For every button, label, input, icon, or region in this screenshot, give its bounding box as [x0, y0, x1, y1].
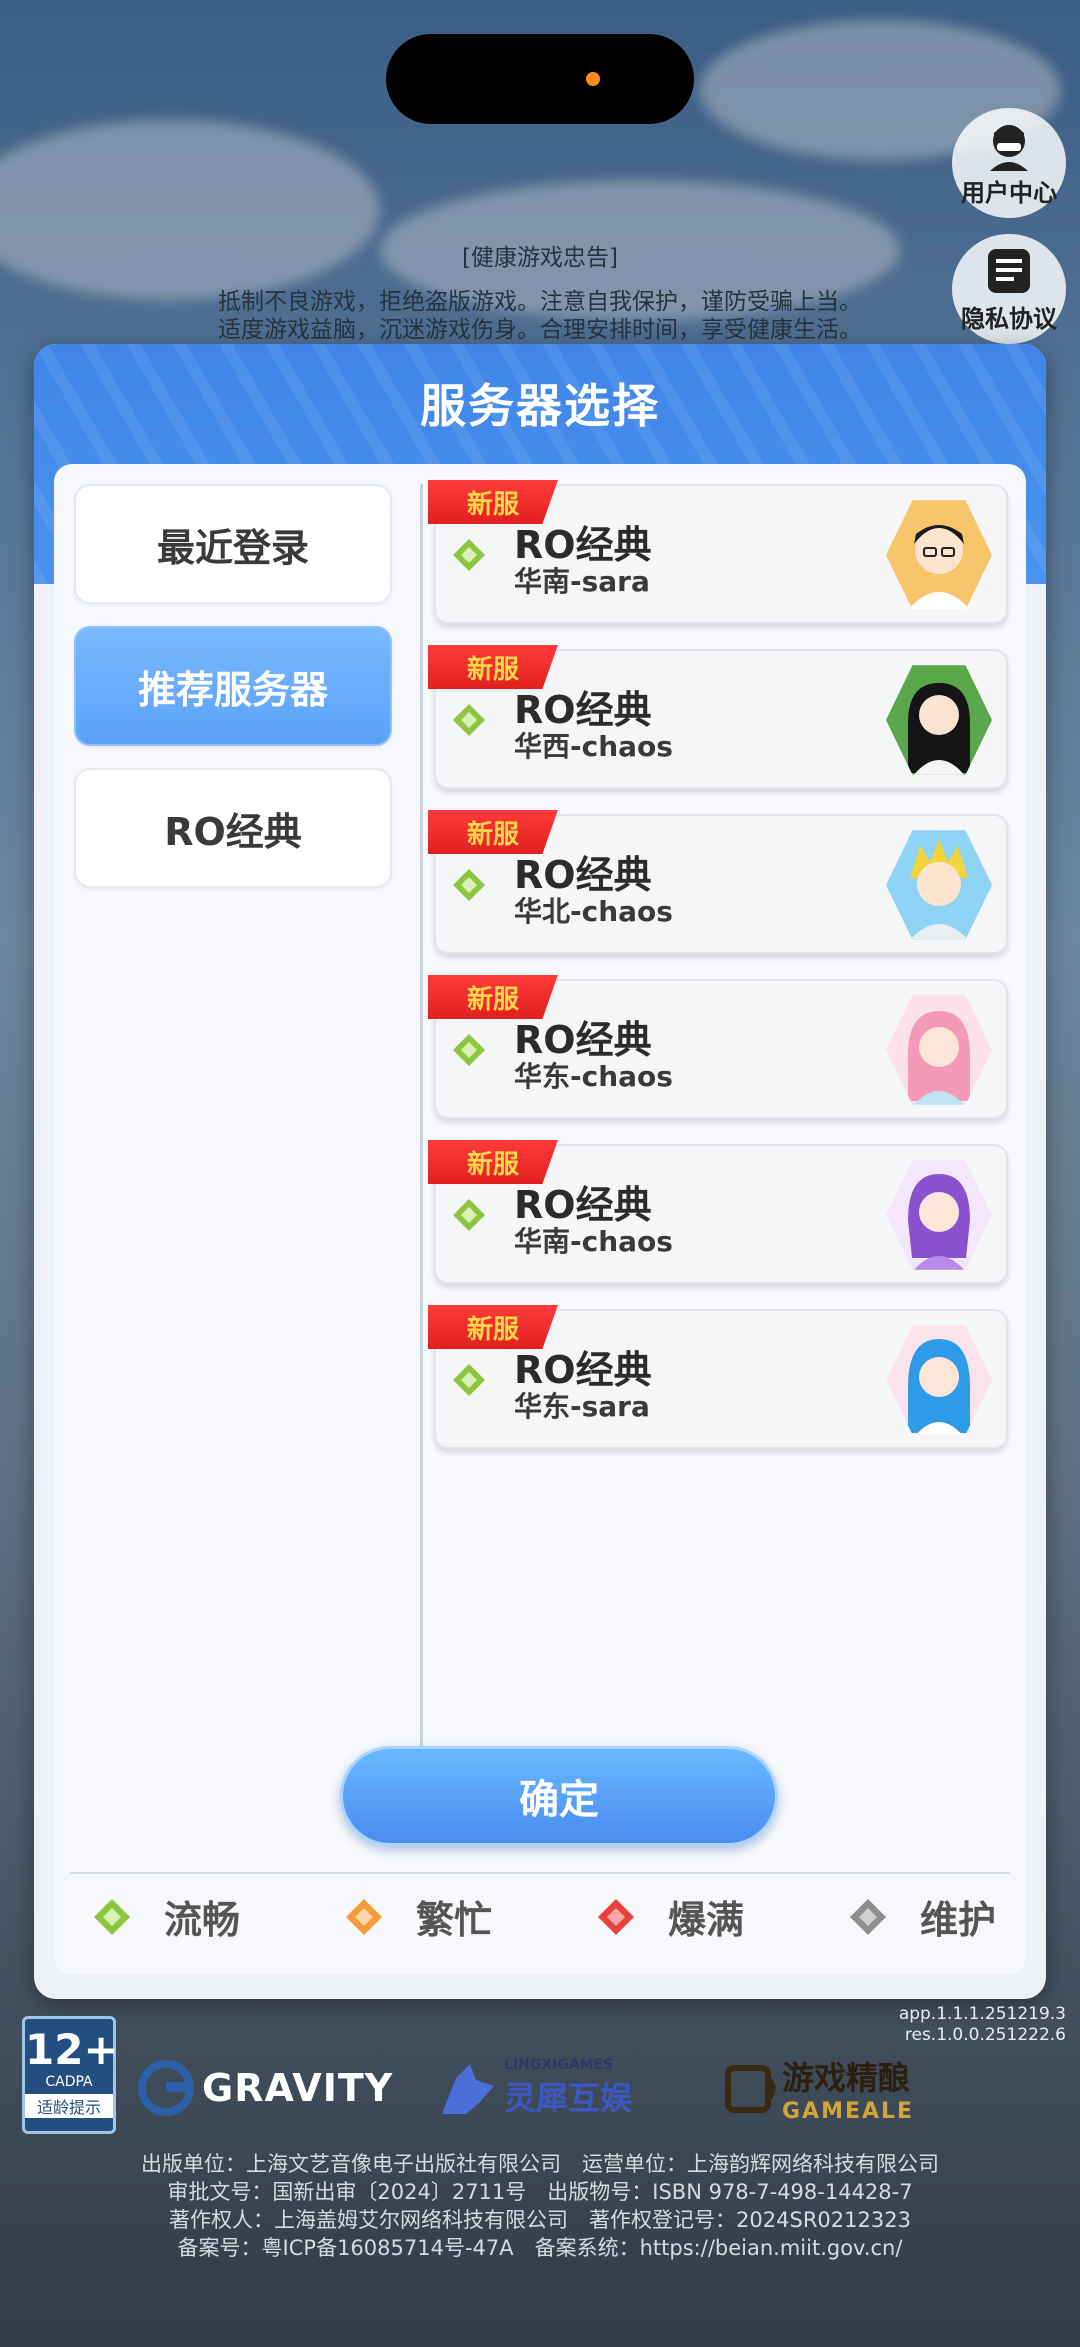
status-diamond-icon — [453, 869, 485, 901]
server-list: 新服 RO经典 华南-sara 新服 RO经典 华西-chaos 新服 RO经典… — [428, 480, 1012, 1474]
server-item[interactable]: 新服 RO经典 华北-chaos — [428, 810, 1008, 954]
version-info: app.1.1.1.251219.3 res.1.0.0.251222.6 — [899, 2004, 1066, 2046]
server-item[interactable]: 新服 RO经典 华东-chaos — [428, 975, 1008, 1119]
server-avatar — [886, 830, 992, 940]
health-notice-line1: 抵制不良游戏，拒绝盗版游戏。注意自我保护，谨防受骗上当。 — [218, 289, 862, 315]
server-item[interactable]: 新服 RO经典 华东-sara — [428, 1305, 1008, 1449]
lingxi-logo-cn: 灵犀互娱 — [504, 2079, 633, 2117]
category-recommended[interactable]: 推荐服务器 — [74, 626, 392, 746]
status-diamond-icon — [453, 1034, 485, 1066]
lingxi-logo: LINGXIGAMES 灵犀互娱 — [436, 2050, 632, 2126]
gameale-logo-cn: 游戏精酿 — [782, 2058, 911, 2097]
age-rating: 12+ — [25, 2025, 119, 2074]
footer-copyright: 著作权人：上海盖姆艾尔网络科技有限公司 著作权登记号：2024SR0212323 — [169, 2208, 911, 2232]
lingxi-logo-icon — [442, 2064, 494, 2114]
footer-publisher: 出版单位：上海文艺音像电子出版社有限公司 运营单位：上海韵辉网络科技有限公司 — [141, 2152, 939, 2176]
column-divider — [420, 484, 423, 1764]
server-item[interactable]: 新服 RO经典 华南-chaos — [428, 1140, 1008, 1284]
legend-label: 爆满 — [667, 1898, 744, 1942]
user-center-button[interactable]: 用户中心 — [952, 108, 1066, 218]
dialog-panel: 最近登录 推荐服务器 RO经典 新服 RO经典 华南-sara 新服 RO经典 … — [54, 464, 1026, 1974]
footer-approval: 审批文号：国新出审〔2024〕2711号 出版物号：ISBN 978-7-498… — [167, 2180, 913, 2204]
server-region: 华东-chaos — [514, 1060, 673, 1093]
server-region: 华南-chaos — [514, 1225, 673, 1258]
status-diamond-icon — [453, 704, 485, 736]
user-center-label: 用户中心 — [961, 178, 1057, 207]
status-diamond-icon — [453, 1364, 485, 1396]
status-diamond-icon — [453, 1199, 485, 1231]
app-version: app.1.1.1.251219.3 — [898, 2004, 1066, 2024]
legend-divider — [70, 1872, 1010, 1874]
category-ro-classic[interactable]: RO经典 — [74, 768, 392, 888]
user-center-icon — [990, 124, 1028, 171]
privacy-button[interactable]: 隐私协议 — [952, 234, 1066, 344]
dialog-title: 服务器选择 — [420, 379, 660, 433]
privacy-icon — [988, 248, 1030, 293]
server-region: 华东-sara — [514, 1390, 650, 1423]
server-avatar — [886, 1325, 992, 1435]
legend-busy: 繁忙 — [326, 1889, 510, 1944]
gameale-logo-en: GAMEALE — [782, 2098, 915, 2124]
legend-full: 爆满 — [578, 1889, 762, 1944]
gravity-logo: GRAVITY — [136, 2050, 393, 2126]
confirm-button[interactable]: 确定 — [340, 1746, 778, 1846]
server-avatar — [886, 995, 992, 1105]
status-diamond-icon — [597, 1898, 634, 1935]
legend-label: 流畅 — [164, 1898, 241, 1942]
server-avatar — [886, 665, 992, 775]
health-notice-title: [健康游戏忠告] — [462, 245, 618, 271]
lingxi-logo-en: LINGXIGAMES — [504, 2057, 614, 2073]
server-item[interactable]: 新服 RO经典 华西-chaos — [428, 645, 1008, 789]
server-region: 华北-chaos — [514, 895, 673, 928]
server-item[interactable]: 新服 RO经典 华南-sara — [428, 480, 1008, 624]
server-avatar — [886, 500, 992, 610]
camera-notch — [386, 34, 694, 124]
gravity-logo-text: GRAVITY — [202, 2066, 394, 2110]
privacy-label: 隐私协议 — [961, 304, 1057, 333]
legend-label: 繁忙 — [415, 1898, 492, 1942]
recording-indicator — [586, 72, 600, 86]
res-version: res.1.0.0.251222.6 — [904, 2025, 1066, 2045]
age-org: CADPA — [45, 2074, 93, 2090]
category-recent-login[interactable]: 最近登录 — [74, 484, 392, 604]
server-avatar — [886, 1160, 992, 1270]
server-region: 华西-chaos — [514, 730, 673, 763]
gravity-logo-icon — [138, 2060, 194, 2116]
status-diamond-icon — [94, 1898, 130, 1935]
legend-label: 维护 — [919, 1898, 996, 1942]
age-rating-badge[interactable]: 12+ CADPA 适龄提示 — [22, 2016, 119, 2134]
gameale-logo-icon — [725, 2065, 776, 2113]
footer-icp[interactable]: 备案号：粤ICP备16085714号-47A 备案系统：https://beia… — [40, 2234, 1040, 2262]
server-select-dialog: 服务器选择 最近登录 推荐服务器 RO经典 新服 RO经典 华南-sara 新服 — [34, 344, 1046, 1999]
server-region: 华南-sara — [514, 565, 650, 598]
gameale-logo: 游戏精酿 GAMEALE — [722, 2050, 914, 2126]
legend-maintenance: 维护 — [830, 1889, 1014, 1944]
legend-smooth: 流畅 — [74, 1889, 258, 1944]
status-diamond-icon — [849, 1898, 886, 1935]
status-legend: 流畅 繁忙 爆满 维护 — [74, 1889, 1014, 1944]
age-tip: 适龄提示 — [25, 2094, 113, 2118]
health-notice-line2: 适度游戏益脑，沉迷游戏伤身。合理安排时间，享受健康生活。 — [218, 317, 862, 343]
status-diamond-icon — [453, 539, 485, 571]
status-diamond-icon — [345, 1898, 382, 1935]
category-list: 最近登录 推荐服务器 RO经典 — [74, 484, 394, 910]
